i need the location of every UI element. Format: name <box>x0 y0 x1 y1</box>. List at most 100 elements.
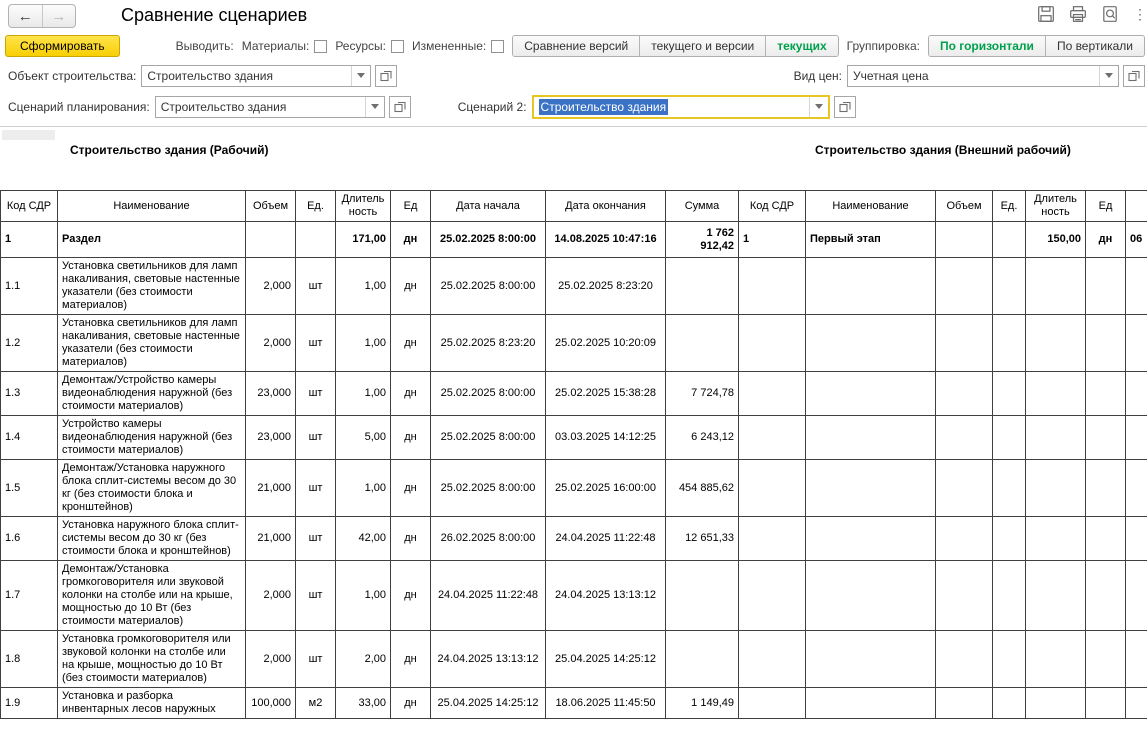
cell[interactable]: 25.02.2025 8:23:20 <box>430 314 546 372</box>
scenario2-dropdown[interactable] <box>808 96 828 117</box>
cell[interactable]: 24.04.2025 13:13:12 <box>545 560 666 631</box>
cell[interactable]: шт <box>295 630 336 688</box>
column-header[interactable]: Ед. <box>992 190 1026 222</box>
cell[interactable] <box>1025 314 1086 372</box>
cell[interactable]: шт <box>295 371 336 416</box>
column-header[interactable]: Объем <box>935 190 993 222</box>
cell[interactable] <box>805 314 936 372</box>
cell[interactable]: Установка наружного блока сплит-системы … <box>57 516 246 561</box>
cell[interactable] <box>992 560 1026 631</box>
cell[interactable]: 25.02.2025 8:00:00 <box>430 257 546 315</box>
cell[interactable]: Устройство камеры видеонаблюдения наружн… <box>57 415 246 460</box>
cell[interactable] <box>1085 459 1126 517</box>
cell[interactable] <box>805 459 936 517</box>
cell[interactable]: 7 724,78 <box>665 371 739 416</box>
cell[interactable]: 2,00 <box>335 630 391 688</box>
cell[interactable] <box>935 459 993 517</box>
price-type-choose-button[interactable] <box>1123 64 1145 87</box>
cell[interactable]: дн <box>390 415 431 460</box>
cell[interactable]: Демонтаж/Установка громкоговорителя или … <box>57 560 246 631</box>
cell[interactable] <box>1085 257 1126 315</box>
cell[interactable]: 25.02.2025 8:00:00 <box>430 371 546 416</box>
changed-checkbox[interactable] <box>491 39 505 53</box>
cell[interactable] <box>992 415 1026 460</box>
cell[interactable] <box>1125 371 1147 416</box>
cell[interactable] <box>805 560 936 631</box>
cell[interactable]: 1.2 <box>0 314 58 372</box>
cell[interactable]: дн <box>390 257 431 315</box>
current-and-version-button[interactable]: текущего и версии <box>639 36 766 56</box>
column-header[interactable]: Дата начала <box>430 190 546 222</box>
materials-checkbox[interactable] <box>314 39 328 53</box>
cell[interactable]: 1,00 <box>335 560 391 631</box>
cell[interactable] <box>1085 371 1126 416</box>
generate-button[interactable]: Сформировать <box>5 35 120 57</box>
cell[interactable]: 1 <box>0 221 58 258</box>
cell[interactable] <box>1025 516 1086 561</box>
cell[interactable] <box>935 415 993 460</box>
column-header[interactable]: Код СДР <box>738 190 806 222</box>
cell[interactable]: шт <box>295 415 336 460</box>
scenario2-field[interactable]: Строительство здания <box>531 94 830 119</box>
cell[interactable]: 14.08.2025 10:47:16 <box>545 221 666 258</box>
cell[interactable] <box>805 257 936 315</box>
column-header[interactable]: Длитель ность <box>1025 190 1086 222</box>
cell[interactable]: 25.02.2025 8:00:00 <box>430 459 546 517</box>
cell[interactable]: 25.02.2025 8:00:00 <box>430 221 546 258</box>
cell[interactable]: 18.06.2025 11:45:50 <box>545 687 666 719</box>
cell[interactable] <box>935 687 993 719</box>
cell[interactable]: дн <box>1085 221 1126 258</box>
cell[interactable]: Демонтаж/Установка наружного блока сплит… <box>57 459 246 517</box>
construction-object-dropdown[interactable] <box>351 65 370 86</box>
cell[interactable]: 25.02.2025 15:38:28 <box>545 371 666 416</box>
cell[interactable] <box>1085 630 1126 688</box>
cell[interactable] <box>295 221 336 258</box>
cell[interactable]: дн <box>390 516 431 561</box>
scenario2-choose-button[interactable] <box>833 95 856 118</box>
cell[interactable] <box>805 415 936 460</box>
cell[interactable]: Раздел <box>57 221 246 258</box>
cell[interactable]: 33,00 <box>335 687 391 719</box>
planning-scenario-field[interactable]: Строительство здания <box>154 95 385 118</box>
cell[interactable] <box>1085 415 1126 460</box>
price-type-field[interactable]: Учетная цена <box>847 64 1119 87</box>
cell[interactable]: 2,000 <box>245 314 296 372</box>
cell[interactable]: шт <box>295 459 336 517</box>
comparison-spreadsheet[interactable]: Строительство здания (Рабочий) Строитель… <box>0 126 1147 732</box>
cell[interactable]: 24.04.2025 11:22:48 <box>545 516 666 561</box>
column-header[interactable]: Код СДР <box>0 190 58 222</box>
cell[interactable]: 6 243,12 <box>665 415 739 460</box>
column-header[interactable]: Ед. <box>295 190 336 222</box>
cell[interactable] <box>1125 257 1147 315</box>
cell[interactable] <box>1125 516 1147 561</box>
cell[interactable]: Демонтаж/Устройство камеры видеонаблюден… <box>57 371 246 416</box>
print-preview-icon[interactable] <box>1101 5 1119 23</box>
column-header[interactable]: Ед <box>1085 190 1126 222</box>
cell[interactable] <box>935 560 993 631</box>
cell[interactable] <box>1025 630 1086 688</box>
cell[interactable] <box>805 371 936 416</box>
print-icon[interactable] <box>1069 5 1087 23</box>
cell[interactable]: Установка светильников для ламп накалива… <box>57 257 246 315</box>
cell[interactable] <box>992 687 1026 719</box>
cell[interactable] <box>935 314 993 372</box>
planning-scenario-dropdown[interactable] <box>364 96 384 117</box>
cell[interactable]: Установка светильников для ламп накалива… <box>57 314 246 372</box>
cell[interactable]: 12 651,33 <box>665 516 739 561</box>
cell[interactable] <box>992 257 1026 315</box>
cell[interactable]: 25.02.2025 8:00:00 <box>430 415 546 460</box>
cell[interactable]: шт <box>295 314 336 372</box>
cell[interactable]: 171,00 <box>335 221 391 258</box>
cell[interactable] <box>805 516 936 561</box>
column-header[interactable]: Сумма <box>665 190 739 222</box>
construction-object-field[interactable]: Строительство здания <box>141 64 372 87</box>
cell[interactable] <box>665 630 739 688</box>
cell[interactable]: 1 <box>738 221 806 258</box>
cell[interactable] <box>1025 371 1086 416</box>
cell[interactable] <box>1085 687 1126 719</box>
cell[interactable]: дн <box>390 630 431 688</box>
cell[interactable] <box>738 560 806 631</box>
cell[interactable]: 1.6 <box>0 516 58 561</box>
cell[interactable] <box>1085 516 1126 561</box>
cell[interactable] <box>738 415 806 460</box>
